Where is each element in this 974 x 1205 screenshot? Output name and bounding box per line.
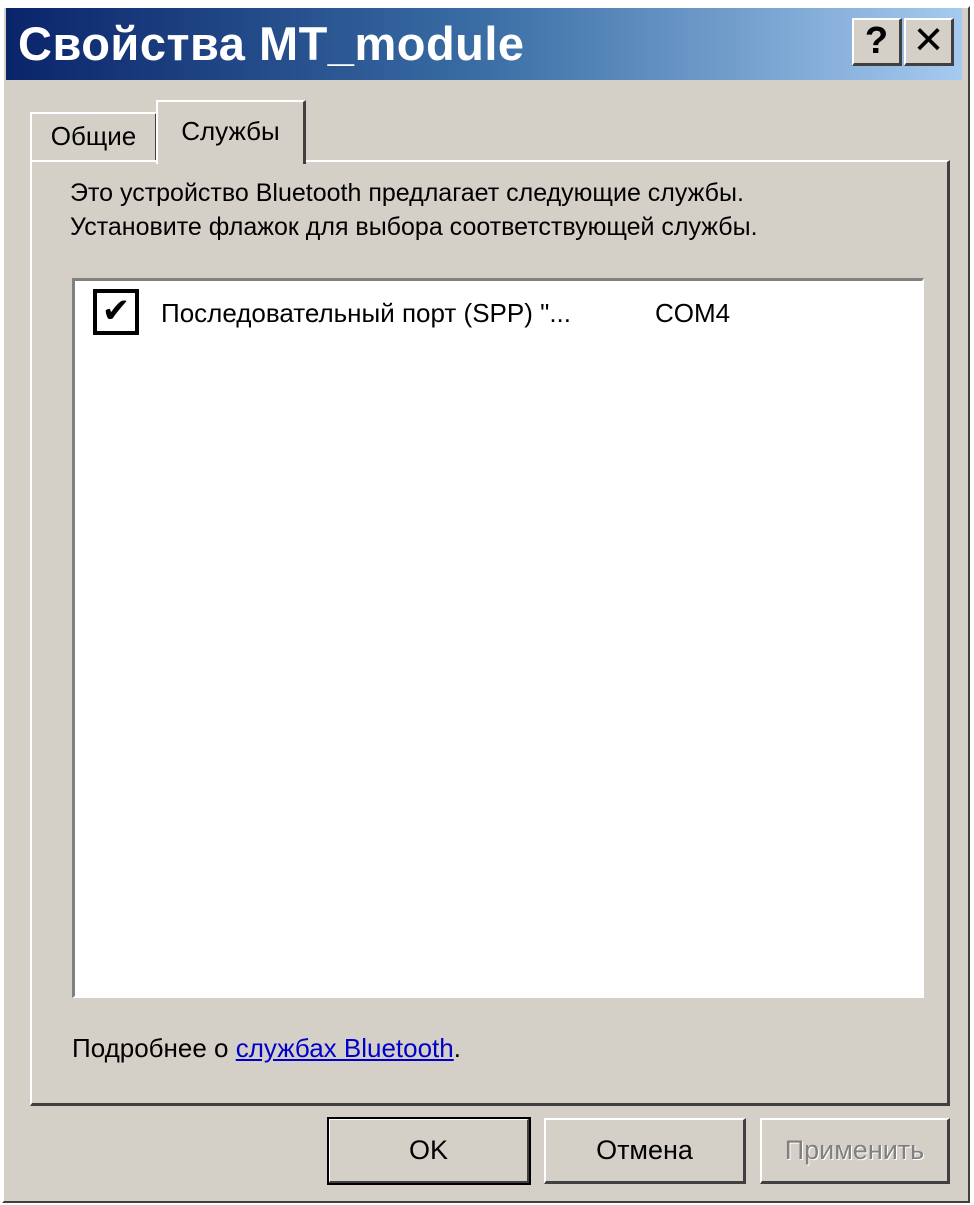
more-info-prefix: Подробнее о xyxy=(72,1033,236,1063)
close-button[interactable]: ✕ xyxy=(904,18,954,66)
description-line-2: Установите флажок для выбора соответству… xyxy=(70,213,758,241)
bluetooth-services-link[interactable]: службах Bluetooth xyxy=(236,1033,454,1063)
tab-general[interactable]: Общие xyxy=(30,112,158,160)
help-button[interactable]: ? xyxy=(852,18,902,66)
more-info-suffix: . xyxy=(453,1033,461,1063)
tab-services[interactable]: Службы xyxy=(156,100,306,164)
apply-button[interactable]: Применить xyxy=(760,1118,950,1184)
ok-button[interactable]: OK xyxy=(327,1117,531,1185)
description-line-1: Это устройство Bluetooth предлагает след… xyxy=(70,179,744,207)
cancel-button[interactable]: Отмена xyxy=(544,1118,746,1184)
window-title: Свойства MT_module xyxy=(18,17,525,70)
list-item[interactable]: ✔ Последовательный порт (SPP) "... COM4 xyxy=(91,285,911,341)
help-icon: ? xyxy=(864,20,889,62)
more-info-line: Подробнее о службах Bluetooth. xyxy=(72,1030,461,1066)
checkmark-icon: ✔ xyxy=(101,292,131,330)
service-name: Последовательный порт (SPP) "... xyxy=(161,298,571,328)
panel-description: Это устройство Bluetooth предлагает след… xyxy=(70,176,758,244)
title-bar[interactable]: Свойства MT_module ? ✕ xyxy=(6,8,962,80)
service-checkbox[interactable]: ✔ xyxy=(93,289,139,335)
service-port: COM4 xyxy=(655,298,731,328)
close-icon: ✕ xyxy=(912,20,945,62)
services-tab-panel: Это устройство Bluetooth предлагает след… xyxy=(30,160,950,1106)
services-list[interactable]: ✔ Последовательный порт (SPP) "... COM4 xyxy=(72,278,924,998)
